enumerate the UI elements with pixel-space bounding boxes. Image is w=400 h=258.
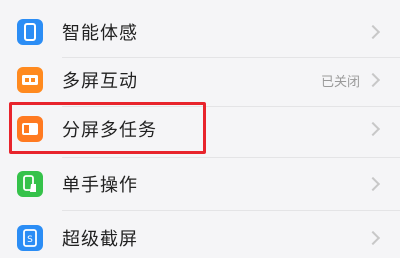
status-value: 已关闭 bbox=[320, 74, 360, 90]
hand-icon bbox=[17, 171, 43, 197]
chevron-right-icon bbox=[365, 72, 381, 88]
divider bbox=[62, 210, 400, 211]
settings-item-multi-screen[interactable]: 多屏互动 已关闭 bbox=[0, 54, 400, 106]
chevron-right-icon bbox=[365, 230, 381, 246]
settings-item-smart-motion[interactable]: 智能体感 bbox=[0, 6, 400, 58]
screen-cast-icon bbox=[17, 67, 43, 93]
chevron-right-icon bbox=[365, 24, 381, 40]
svg-text:S: S bbox=[27, 235, 33, 245]
settings-item-label: 多屏互动 bbox=[62, 71, 138, 92]
settings-item-one-hand[interactable]: 单手操作 bbox=[0, 158, 400, 210]
settings-item-label: 单手操作 bbox=[62, 175, 138, 196]
settings-item-label: 智能体感 bbox=[62, 23, 138, 44]
highlight-box bbox=[9, 102, 206, 154]
chevron-right-icon bbox=[365, 176, 381, 192]
settings-list: 智能体感 多屏互动 已关闭 分屏多任务 单手操作 S 超级截屏 bbox=[0, 0, 400, 258]
settings-item-super-screenshot[interactable]: S 超级截屏 bbox=[0, 212, 400, 258]
chevron-right-icon bbox=[365, 121, 381, 137]
settings-item-label: 超级截屏 bbox=[62, 229, 138, 250]
phone-icon bbox=[17, 19, 43, 45]
screenshot-icon: S bbox=[17, 225, 43, 251]
